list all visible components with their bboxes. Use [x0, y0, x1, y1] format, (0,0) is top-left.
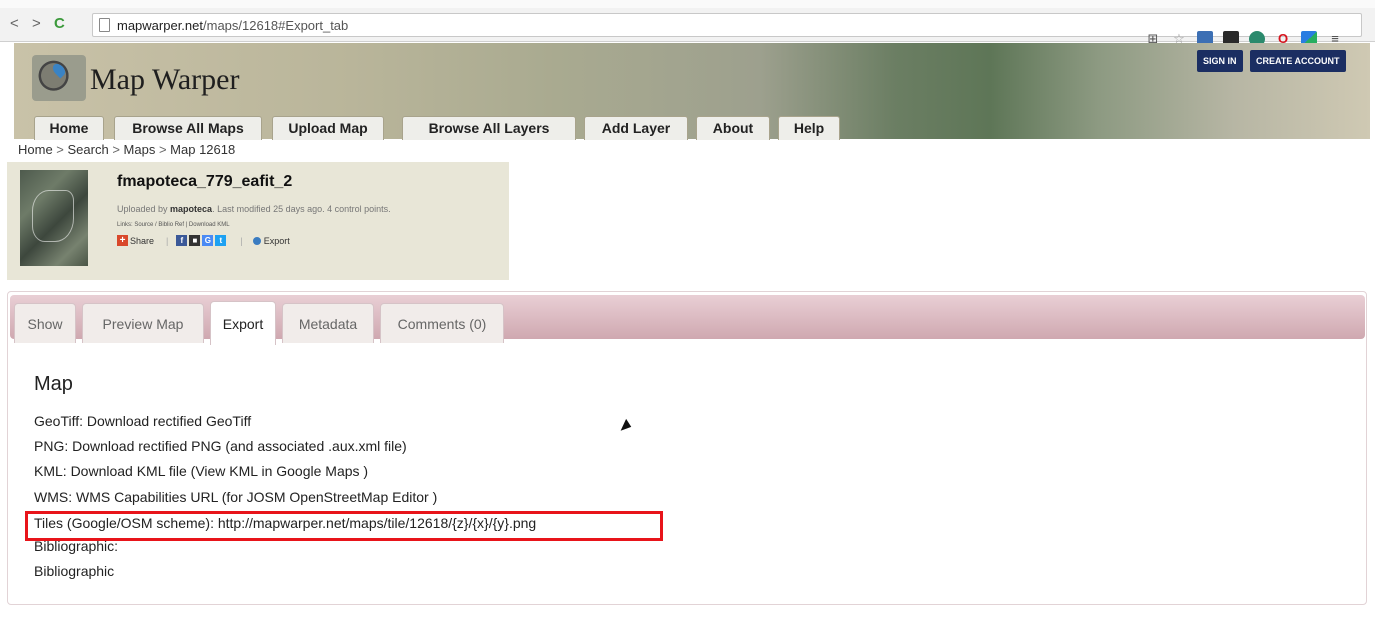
menu-add-layer[interactable]: Add Layer — [584, 116, 688, 140]
site-title[interactable]: Map Warper — [90, 63, 239, 97]
twitter-icon[interactable]: t — [215, 235, 227, 246]
menu-browse-all-maps[interactable]: Browse All Maps — [114, 116, 262, 140]
facebook-icon[interactable]: f — [176, 235, 188, 246]
menu-browse-all-layers[interactable]: Browse All Layers — [402, 116, 576, 140]
page-icon — [99, 18, 110, 32]
share-label: Share — [130, 235, 155, 246]
tab-comments[interactable]: Comments (0) — [380, 303, 504, 343]
divider: | — [240, 235, 243, 246]
menu-home[interactable]: Home — [34, 116, 104, 140]
window-top-edge — [0, 0, 1375, 8]
address-bar[interactable]: mapwarper.net/maps/12618#Export_tab ⊞ ☆ … — [92, 13, 1362, 47]
upload-info: Uploaded by mapoteca. Last modified 25 d… — [117, 204, 391, 214]
export-link[interactable]: Export — [252, 235, 290, 246]
geotiff-download-link[interactable]: GeoTiff: Download rectified GeoTiff — [34, 413, 251, 429]
map-thumbnail[interactable] — [20, 170, 88, 266]
tab-preview-map[interactable]: Preview Map — [82, 303, 204, 343]
create-account-button[interactable]: CREATE ACCOUNT — [1250, 50, 1346, 72]
bibliographic-text: Bibliographic — [34, 563, 115, 579]
forward-icon[interactable]: > — [32, 16, 41, 31]
tab-strip: Show Preview Map Export Metadata Comment… — [10, 295, 1365, 345]
upload-prefix: Uploaded by — [117, 204, 171, 214]
menu-about[interactable]: About — [696, 116, 770, 140]
reload-icon[interactable]: C — [54, 16, 65, 31]
highlight-annotation — [25, 511, 663, 541]
breadcrumb-separator: > — [108, 142, 124, 157]
breadcrumb: Home > Search > Maps > Map 12618 — [18, 142, 235, 157]
browser-toolbar: < > C mapwarper.net/maps/12618#Export_ta… — [0, 0, 1375, 47]
google-icon[interactable]: G — [202, 235, 214, 246]
tab-show[interactable]: Show — [14, 303, 76, 343]
png-download-link[interactable]: PNG: Download rectified PNG (and associa… — [34, 438, 407, 454]
sign-in-button[interactable]: SIGN IN — [1197, 50, 1243, 72]
breadcrumb-separator: > — [155, 142, 171, 157]
globe-icon — [252, 236, 261, 245]
breadcrumb-home[interactable]: Home — [18, 142, 53, 157]
breadcrumb-separator: > — [52, 142, 68, 157]
export-label: Export — [263, 235, 290, 246]
share-row: + Share | f ■ G t | Export — [117, 234, 290, 247]
plus-icon: + — [117, 235, 128, 246]
back-icon[interactable]: < — [10, 16, 19, 31]
kml-download-link[interactable]: KML: Download KML file (View KML in Goog… — [34, 463, 368, 479]
divider: | — [166, 235, 169, 246]
menu-upload-map[interactable]: Upload Map — [272, 116, 384, 140]
url-path: /maps/12618#Export_tab — [203, 18, 349, 33]
map-links[interactable]: Links: Source / Biblio Ref | Download KM… — [117, 222, 230, 228]
wms-capabilities-link[interactable]: WMS: WMS Capabilities URL (for JOSM Open… — [34, 489, 437, 505]
tab-metadata[interactable]: Metadata — [282, 303, 374, 343]
menu-help[interactable]: Help — [778, 116, 840, 140]
map-summary: fmapoteca_779_eafit_2 Uploaded by mapote… — [7, 162, 509, 280]
share-button[interactable]: + Share — [117, 235, 154, 246]
section-title: Map — [34, 373, 73, 395]
breadcrumb-maps[interactable]: Maps — [124, 142, 156, 157]
share-icon[interactable]: ■ — [189, 235, 201, 246]
tab-export[interactable]: Export — [210, 301, 276, 345]
url-host: mapwarper.net — [117, 18, 203, 33]
uploader-link[interactable]: mapoteca — [170, 204, 212, 214]
upload-suffix: . Last modified 25 days ago. 4 control p… — [212, 204, 391, 214]
map-title: fmapoteca_779_eafit_2 — [117, 173, 293, 190]
breadcrumb-current: Map 12618 — [170, 142, 236, 157]
site-header: Map Warper SIGN IN CREATE ACCOUNT Home B… — [14, 43, 1370, 140]
url-text: mapwarper.net/maps/12618#Export_tab — [117, 18, 348, 33]
breadcrumb-search[interactable]: Search — [68, 142, 109, 157]
